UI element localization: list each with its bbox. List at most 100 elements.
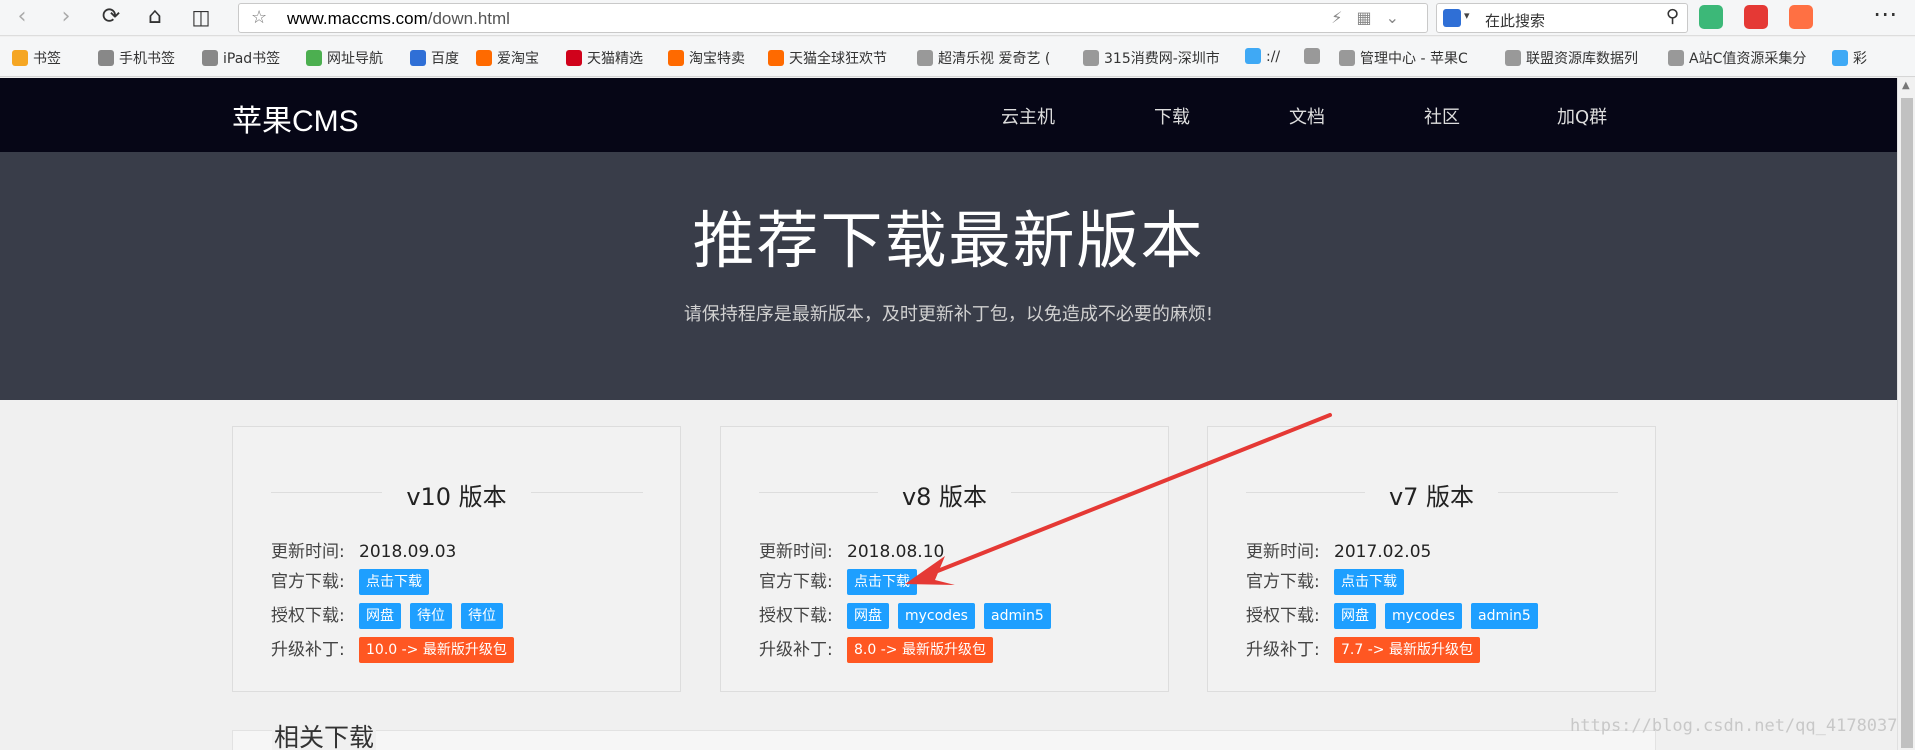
card-title: v10 版本 — [233, 477, 680, 512]
bookmark-item[interactable]: 联盟资源库数据列 — [1505, 48, 1638, 68]
admin5-button[interactable]: admin5 — [1470, 603, 1538, 629]
bookmark-item[interactable]: 天猫全球狂欢节 — [768, 48, 887, 68]
official-download-row: 官方下载: 点击下载 — [759, 567, 926, 595]
bookmark-favicon-icon — [476, 50, 492, 66]
upgrade-patch-row: 升级补丁: 8.0 -> 最新版升级包 — [759, 635, 1002, 663]
bookmark-item[interactable]: 管理中心 - 苹果C — [1339, 48, 1468, 68]
search-icon[interactable]: ⚲ — [1666, 6, 1679, 27]
bookmark-label: 管理中心 - 苹果C — [1360, 51, 1468, 67]
back-icon[interactable]: ‹ — [8, 4, 36, 32]
nav-item-docs[interactable]: 文档 — [1289, 103, 1325, 129]
official-download-button[interactable]: 点击下载 — [359, 569, 429, 595]
version-card-v10: v10 版本 更新时间: 2018.09.03 官方下载: 点击下载 授权下载: 网盘… — [232, 426, 681, 692]
bookmark-favicon-icon — [917, 50, 933, 66]
update-time-row: 更新时间: 2018.08.10 — [759, 542, 945, 562]
licensed-download-row: 授权下载: 网盘 待位 待位 — [271, 601, 512, 629]
search-engine-icon[interactable] — [1443, 9, 1461, 27]
page-scrollbar[interactable]: ▲ — [1897, 78, 1915, 750]
upgrade-patch-row: 升级补丁: 10.0 -> 最新版升级包 — [271, 635, 523, 663]
chevron-down-icon[interactable]: ▾ — [1464, 9, 1470, 22]
address-bar-actions[interactable]: ⚡▦⌄ — [1331, 8, 1413, 27]
menu-dots-icon[interactable]: ⋯ — [1873, 0, 1897, 28]
mycodes-button[interactable]: mycodes — [898, 603, 975, 629]
bookmark-label: A站C值资源采集分 — [1689, 51, 1807, 67]
bookmark-item[interactable]: 淘宝特卖 — [668, 48, 745, 68]
bookmark-item[interactable]: 手机书签 — [98, 48, 175, 68]
card-title: v8 版本 — [721, 477, 1168, 512]
bookmark-label: 网址导航 — [327, 51, 383, 67]
update-time-row: 更新时间: 2018.09.03 — [271, 542, 457, 562]
bookmark-label: :// — [1266, 49, 1281, 65]
bookmark-favicon-icon — [566, 50, 582, 66]
address-bar[interactable]: ☆ www.maccms.com/down.html ⚡▦⌄ — [238, 3, 1428, 33]
hero-banner: 推荐下载最新版本 请保持程序是最新版本，及时更新补丁包，以免造成不必要的麻烦! — [0, 152, 1897, 400]
bookmark-favicon-icon — [98, 50, 114, 66]
upgrade-patch-button[interactable]: 10.0 -> 最新版升级包 — [359, 637, 514, 663]
bookmark-label: iPad书签 — [223, 51, 281, 67]
bookmark-favicon-icon — [1083, 50, 1099, 66]
bookmark-item[interactable] — [1304, 48, 1325, 65]
bookmark-favicon-icon — [1832, 50, 1848, 66]
search-bar[interactable]: ▾ 在此搜索 ⚲ — [1436, 3, 1688, 33]
bookmark-star-icon[interactable]: ☆ — [251, 7, 267, 28]
card-title: v7 版本 — [1208, 477, 1655, 512]
official-download-row: 官方下载: 点击下载 — [1246, 567, 1413, 595]
netdisk-button[interactable]: 网盘 — [1334, 603, 1376, 629]
update-time-row: 更新时间: 2017.02.05 — [1246, 542, 1432, 562]
placeholder-button[interactable]: 待位 — [410, 603, 452, 629]
forward-icon[interactable]: › — [52, 4, 80, 32]
mycodes-button[interactable]: mycodes — [1385, 603, 1462, 629]
scroll-up-icon[interactable]: ▲ — [1902, 80, 1910, 91]
bookmark-item[interactable]: A站C值资源采集分 — [1668, 48, 1806, 68]
bookmark-label: 百度 — [431, 51, 459, 67]
official-download-button[interactable]: 点击下载 — [1334, 569, 1404, 595]
netdisk-button[interactable]: 网盘 — [359, 603, 401, 629]
bookmark-label: 联盟资源库数据列 — [1526, 51, 1638, 67]
nav-item-download[interactable]: 下载 — [1154, 103, 1190, 129]
bookmark-item[interactable]: 彩 — [1832, 48, 1867, 68]
reload-icon[interactable]: ⟳ — [97, 4, 125, 32]
bookmark-label: 天猫全球狂欢节 — [789, 51, 887, 67]
watermark-text: https://blog.csdn.net/qq_4178037 — [1570, 716, 1898, 736]
browser-toolbar: ‹ › ⟳ ⌂ ◫ ☆ www.maccms.com/down.html ⚡▦⌄… — [0, 0, 1915, 36]
upgrade-patch-button[interactable]: 7.7 -> 最新版升级包 — [1334, 637, 1480, 663]
bookmark-item[interactable]: 爱淘宝 — [476, 48, 539, 68]
bookmark-item[interactable]: 网址导航 — [306, 48, 383, 68]
bookmark-item[interactable]: :// — [1245, 48, 1280, 65]
netdisk-button[interactable]: 网盘 — [847, 603, 889, 629]
search-placeholder[interactable]: 在此搜索 — [1485, 10, 1545, 31]
placeholder-button[interactable]: 待位 — [461, 603, 503, 629]
bookmark-item[interactable]: 315消费网-深圳市 — [1083, 48, 1220, 68]
bookmark-favicon-icon — [1505, 50, 1521, 66]
bookmark-favicon-icon — [1245, 48, 1261, 64]
nav-item-cloud-host[interactable]: 云主机 — [1001, 103, 1055, 129]
bookmark-label: 爱淘宝 — [497, 51, 539, 67]
upgrade-patch-row: 升级补丁: 7.7 -> 最新版升级包 — [1246, 635, 1489, 663]
bookmark-favicon-icon — [1668, 50, 1684, 66]
bookmark-label: 天猫精选 — [587, 51, 643, 67]
bookmarks-bar: 书签 手机书签 iPad书签 网址导航 百度 爱淘宝 天猫精选 淘宝特卖 天猫全球狂欢节 超清乐视… — [0, 37, 1915, 77]
official-download-button[interactable]: 点击下载 — [847, 569, 917, 595]
extension-game-icon[interactable] — [1789, 5, 1813, 29]
bookmark-favicon-icon — [1304, 48, 1320, 64]
bookmark-item[interactable]: 天猫精选 — [566, 48, 643, 68]
admin5-button[interactable]: admin5 — [983, 603, 1051, 629]
upgrade-patch-button[interactable]: 8.0 -> 最新版升级包 — [847, 637, 993, 663]
bookmark-item[interactable]: 书签 — [12, 48, 61, 68]
bookmark-item[interactable]: 超清乐视 爱奇艺 ( — [917, 48, 1050, 68]
bookmark-label: 手机书签 — [119, 51, 175, 67]
reader-icon[interactable]: ◫ — [187, 4, 215, 32]
bookmark-item[interactable]: 百度 — [410, 48, 459, 68]
nav-item-community[interactable]: 社区 — [1424, 103, 1460, 129]
bookmark-label: 超清乐视 爱奇艺 ( — [938, 51, 1051, 67]
url-text[interactable]: www.maccms.com/down.html — [287, 9, 510, 29]
scrollbar-thumb[interactable] — [1901, 98, 1913, 748]
site-logo[interactable]: 苹果CMS — [232, 96, 359, 140]
home-icon[interactable]: ⌂ — [141, 4, 169, 32]
bookmark-label: 淘宝特卖 — [689, 51, 745, 67]
bookmark-favicon-icon — [202, 50, 218, 66]
extension-video-icon[interactable] — [1744, 5, 1768, 29]
nav-item-qq-group[interactable]: 加Q群 — [1557, 103, 1607, 129]
extension-shield-icon[interactable] — [1699, 5, 1723, 29]
bookmark-item[interactable]: iPad书签 — [202, 48, 280, 68]
